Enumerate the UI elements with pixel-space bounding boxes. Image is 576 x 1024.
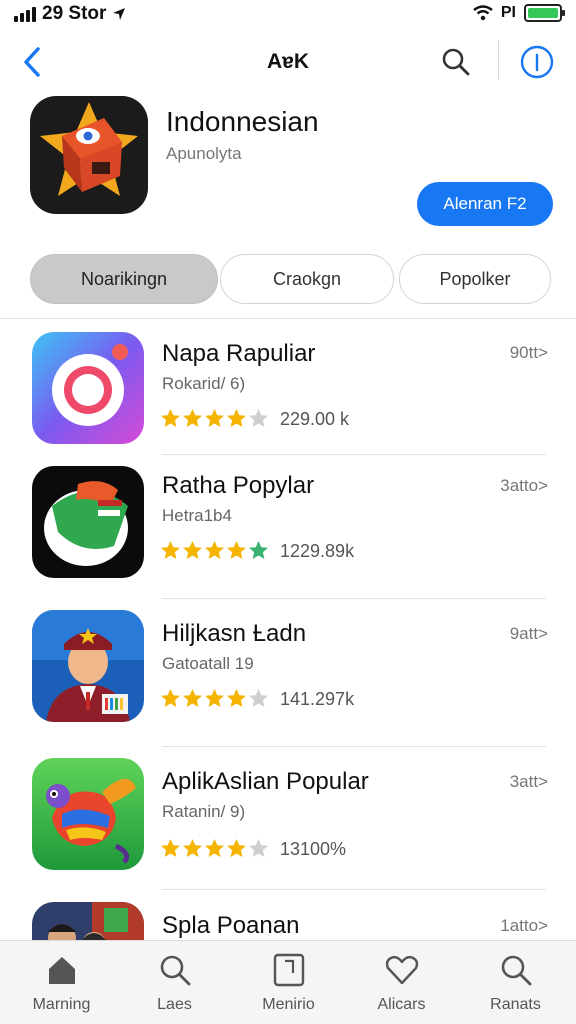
- tab-label: Alicars: [377, 996, 426, 1013]
- app-title: AplikAslian Popular: [162, 768, 369, 795]
- app-category: Rokarid/ 6): [162, 374, 246, 393]
- rating-count: 141.297k: [280, 689, 355, 709]
- rating-count: 229.00 k: [280, 409, 350, 429]
- nav-bar: AɐK: [0, 36, 576, 88]
- star-icon: [204, 408, 225, 434]
- star-icon: [182, 838, 203, 864]
- star-icon: [226, 688, 247, 714]
- rating-stars: [160, 838, 269, 864]
- divider: [162, 598, 546, 599]
- tab-menirio[interactable]: Menirio: [231, 941, 346, 1024]
- tab-label: Ranats: [490, 996, 541, 1013]
- search-icon: [458, 953, 573, 987]
- rating-count: 1229.89k: [280, 541, 355, 561]
- star-icon: [160, 540, 181, 566]
- list-item[interactable]: Napa Rapuliar Rokarid/ 6) 229.00 k 90tt>: [0, 320, 576, 460]
- home-icon: [4, 953, 119, 987]
- tab-label: Marning: [32, 996, 91, 1013]
- info-button[interactable]: [517, 42, 557, 82]
- app-icon: [32, 610, 144, 722]
- get-button[interactable]: Alenran F2: [417, 182, 553, 226]
- app-size-link[interactable]: 1atto>: [500, 916, 548, 936]
- app-size-link[interactable]: 9att>: [510, 624, 548, 644]
- star-icon: [204, 838, 225, 864]
- star-icon: [226, 540, 247, 566]
- nav-title: AɐK: [266, 50, 309, 73]
- rating-stars: [160, 408, 269, 434]
- star-icon: [248, 688, 269, 714]
- tab-alicars[interactable]: Alicars: [344, 941, 459, 1024]
- divider: [162, 746, 546, 747]
- star-icon: [182, 688, 203, 714]
- rating-stars: [160, 540, 269, 566]
- segment-craokgn[interactable]: Craokgn: [220, 254, 394, 304]
- location-arrow-icon: [113, 8, 126, 20]
- app-category: Ratanin/ 9): [162, 802, 246, 821]
- star-icon: [248, 408, 269, 434]
- tab-marning[interactable]: Marning: [4, 941, 119, 1024]
- app-size-link[interactable]: 90tt>: [510, 343, 548, 363]
- star-icon: [204, 688, 225, 714]
- search-button[interactable]: [436, 42, 476, 82]
- divider: [0, 318, 576, 319]
- app-name: Indonnesian: [166, 106, 319, 137]
- app-title: Napa Rapuliar: [162, 340, 316, 367]
- status-bar: 29 Stor PI: [0, 0, 576, 28]
- app-size-link[interactable]: 3att>: [510, 772, 548, 792]
- star-icon: [182, 540, 203, 566]
- search-icon: [117, 953, 232, 987]
- star-icon: [226, 408, 247, 434]
- app-title: Spla Poanan: [162, 912, 300, 939]
- list-item[interactable]: Hiljkasn Ƚadn Gatoatall 19 141.297k 9att…: [0, 604, 576, 747]
- rating-count: 13100%: [280, 839, 347, 859]
- app-icon: [32, 758, 144, 870]
- status-time: 29 Stor: [42, 3, 107, 24]
- status-left: 29 Stor: [14, 3, 126, 25]
- signal-icon: [14, 6, 36, 22]
- tab-ranats[interactable]: Ranats: [458, 941, 573, 1024]
- app-icon: [32, 466, 144, 578]
- star-icon: [248, 838, 269, 864]
- star-icon: [204, 540, 225, 566]
- app-category: Hetra1b4: [162, 506, 232, 525]
- segment-noarikingn[interactable]: Noarikingn: [30, 254, 218, 304]
- star-icon: [160, 838, 181, 864]
- star-icon: [160, 408, 181, 434]
- info-icon: [520, 45, 554, 79]
- document-icon: [231, 953, 346, 987]
- rating-stars: [160, 688, 269, 714]
- app-icon: [30, 96, 148, 214]
- tab-bar: Marning Laes Menirio Alicars Ranats: [0, 940, 576, 1024]
- tab-label: Laes: [157, 996, 192, 1013]
- star-icon: [160, 688, 181, 714]
- app-title: Ratha Popylar: [162, 472, 315, 499]
- list-item[interactable]: Ratha Popylar Hetra1b4 1229.89k 3atto>: [0, 458, 576, 599]
- app-category: Gatoatall 19: [162, 654, 254, 673]
- divider: [162, 454, 546, 455]
- tab-label: Menirio: [262, 996, 315, 1013]
- battery-icon: [524, 4, 565, 22]
- wifi-icon: [473, 5, 493, 21]
- star-icon: [182, 408, 203, 434]
- app-size-link[interactable]: 3atto>: [500, 476, 548, 496]
- app-icon: [32, 332, 144, 444]
- heart-icon: [344, 953, 459, 987]
- status-right: PI: [473, 4, 565, 22]
- list-item[interactable]: AplikAslian Popular Ratanin/ 9) 13100% 3…: [0, 752, 576, 892]
- star-icon: [226, 838, 247, 864]
- category-segments: Noarikingn Craokgn Popolker: [30, 254, 552, 304]
- search-icon: [442, 48, 470, 76]
- app-title: Hiljkasn Ƚadn: [162, 620, 307, 647]
- divider: [162, 889, 546, 890]
- segment-popolker[interactable]: Popolker: [399, 254, 551, 304]
- star-icon: [248, 540, 269, 566]
- app-subtitle: Apunolyta: [166, 144, 242, 163]
- app-header: Indonnesian Apunolyta Alenran F2: [0, 94, 576, 234]
- status-right-text: PI: [500, 4, 516, 21]
- tab-laes[interactable]: Laes: [117, 941, 232, 1024]
- nav-divider: [498, 40, 499, 80]
